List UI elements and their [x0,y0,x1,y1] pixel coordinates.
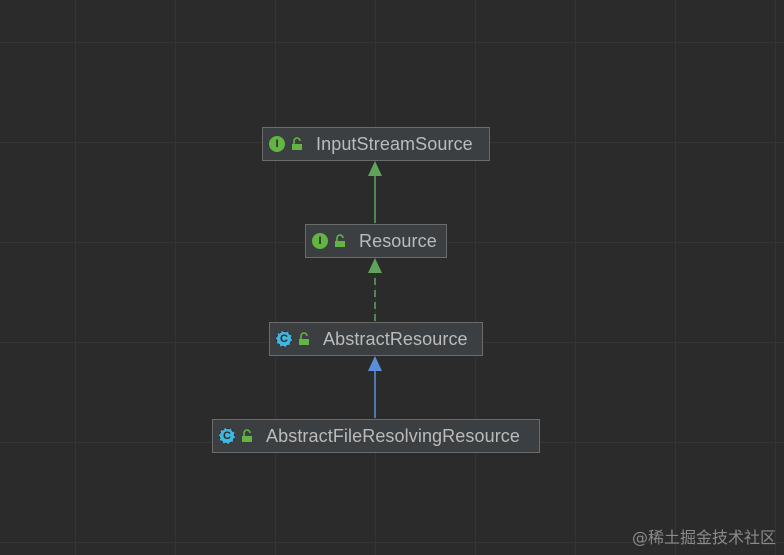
node-resource[interactable]: I Resource [305,224,447,258]
diagram-edges [368,161,382,418]
node-label: Resource [359,230,437,251]
unlock-icon [335,234,345,247]
node-label: InputStreamSource [316,133,473,154]
watermark: @稀土掘金技术社区 [631,528,776,547]
interface-icon: I [269,136,285,152]
edge-resource-to-input-stream-source [368,161,382,223]
interface-icon: I [312,233,328,249]
abstract-class-icon: C [276,331,292,347]
abstract-class-icon: C [219,428,235,444]
edge-abstract-file-resolving-resource-to-abstract-resource [368,356,382,418]
unlock-icon [292,137,302,150]
node-input-stream-source[interactable]: I InputStreamSource [262,127,490,161]
node-label: AbstractResource [323,328,468,349]
diagram-canvas: I InputStreamSource I Resource C Abstrac… [0,0,784,555]
node-abstract-file-resolving-resource[interactable]: C AbstractFileResolvingResource [212,419,540,453]
unlock-icon [242,429,252,442]
node-abstract-resource[interactable]: C AbstractResource [269,322,483,356]
node-label: AbstractFileResolvingResource [266,425,521,446]
edge-abstract-resource-to-resource [368,258,382,321]
unlock-icon [299,332,309,345]
